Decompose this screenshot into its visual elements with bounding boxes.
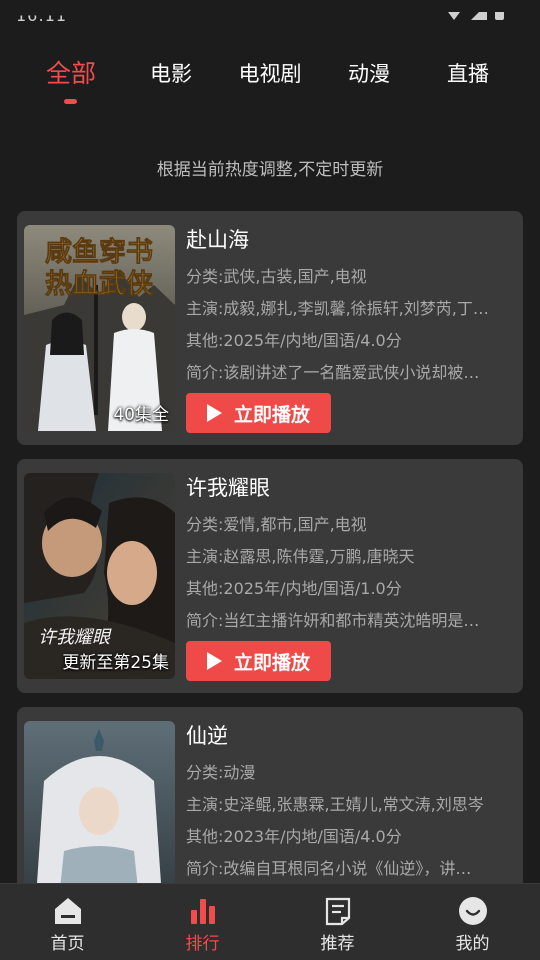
- item-info: 仙逆 分类:动漫 主演:史泽鲲,张惠霖,王婧儿,常文涛,刘思岑 其他:2023年…: [186, 721, 516, 885]
- tab-movies[interactable]: 电影: [136, 56, 206, 96]
- recommend-doc-icon: [325, 897, 351, 926]
- ranking-subtitle: 根据当前热度调整,不定时更新: [156, 160, 384, 180]
- item-category: 分类:武侠,古装,国产,电视: [186, 267, 367, 286]
- item-other: 其他:2025年/内地/国语/1.0分: [186, 579, 402, 598]
- play-now-label: 立即播放: [233, 403, 310, 426]
- poster-image[interactable]: 咸鱼穿书 热血武侠 40集全: [24, 225, 175, 431]
- item-intro: 简介:当红主播许妍和都市精英沈皓明是…: [186, 611, 480, 630]
- nav-label-profile: 我的: [455, 934, 490, 954]
- play-now-button[interactable]: 立即播放: [186, 393, 331, 433]
- battery-icon: [495, 12, 504, 20]
- active-tab-indicator: [64, 99, 77, 104]
- bottom-navigation: 首页 排行 推荐 我的: [0, 883, 540, 960]
- item-cast: 主演:史泽鲲,张惠霖,王婧儿,常文涛,刘思岑: [186, 795, 484, 814]
- item-intro: 简介:该剧讲述了一名酷爱武侠小说却被…: [186, 363, 480, 382]
- item-title[interactable]: 仙逆: [186, 721, 516, 753]
- play-icon: [206, 652, 222, 670]
- item-info: 赴山海 分类:武侠,古装,国产,电视 主演:成毅,娜扎,李凯馨,徐振轩,刘梦芮,…: [186, 225, 516, 389]
- tab-anime[interactable]: 动漫: [334, 56, 404, 96]
- list-item[interactable]: 许我耀眼 更新至第25集 许我耀眼 分类:爱情,都市,国产,电视 主演:赵露思,…: [17, 459, 523, 693]
- status-bar: 16:11: [0, 0, 540, 34]
- wifi-icon: [445, 12, 463, 20]
- episode-badge: 更新至第25集: [62, 653, 169, 673]
- category-tabs: 全部 电影 电视剧 动漫 直播: [0, 56, 540, 116]
- tab-tv-series[interactable]: 电视剧: [226, 56, 314, 96]
- item-other: 其他:2025年/内地/国语/4.0分: [186, 331, 402, 350]
- nav-item-profile[interactable]: 我的: [405, 884, 540, 960]
- nav-label-ranking: 排行: [185, 934, 220, 954]
- signal-icon: [471, 12, 487, 20]
- nav-item-recommend[interactable]: 推荐: [270, 884, 405, 960]
- nav-label-home: 首页: [50, 934, 85, 954]
- ranking-bars-icon: [191, 899, 215, 924]
- item-info: 许我耀眼 分类:爱情,都市,国产,电视 主演:赵露思,陈伟霆,万鹏,唐晓天 其他…: [186, 473, 516, 637]
- item-other: 其他:2023年/内地/国语/4.0分: [186, 827, 402, 846]
- nav-label-recommend: 推荐: [320, 934, 355, 954]
- item-title[interactable]: 许我耀眼: [186, 473, 516, 505]
- status-time: 16:11: [16, 6, 68, 26]
- poster-title-line2: 热血武侠: [45, 269, 154, 300]
- poster-title-line1: 咸鱼穿书: [45, 236, 153, 268]
- list-item[interactable]: 咸鱼穿书 热血武侠 40集全 赴山海 分类:武侠,古装,国产,电视 主演:成毅,…: [17, 211, 523, 445]
- item-category: 分类:爱情,都市,国产,电视: [186, 515, 367, 534]
- item-title[interactable]: 赴山海: [186, 225, 516, 257]
- profile-face-icon: [459, 897, 487, 925]
- play-now-label: 立即播放: [233, 651, 310, 674]
- item-cast: 主演:赵露思,陈伟霆,万鹏,唐晓天: [186, 547, 415, 566]
- poster-image[interactable]: 许我耀眼 更新至第25集: [24, 473, 175, 679]
- item-category: 分类:动漫: [186, 763, 256, 782]
- play-now-button[interactable]: 立即播放: [186, 641, 331, 681]
- tab-live[interactable]: 直播: [433, 56, 503, 96]
- tab-all[interactable]: 全部: [36, 56, 106, 96]
- item-intro: 简介:改编自耳根同名小说《仙逆》，讲…: [186, 859, 472, 878]
- episode-badge: 40集全: [113, 405, 169, 425]
- poster-title: 许我耀眼: [38, 627, 112, 648]
- status-icons: [445, 12, 504, 20]
- play-icon: [206, 404, 222, 422]
- nav-item-home[interactable]: 首页: [0, 884, 135, 960]
- home-icon: [55, 898, 81, 924]
- item-cast: 主演:成毅,娜扎,李凯馨,徐振轩,刘梦芮,丁…: [186, 299, 489, 318]
- nav-item-ranking[interactable]: 排行: [135, 884, 270, 960]
